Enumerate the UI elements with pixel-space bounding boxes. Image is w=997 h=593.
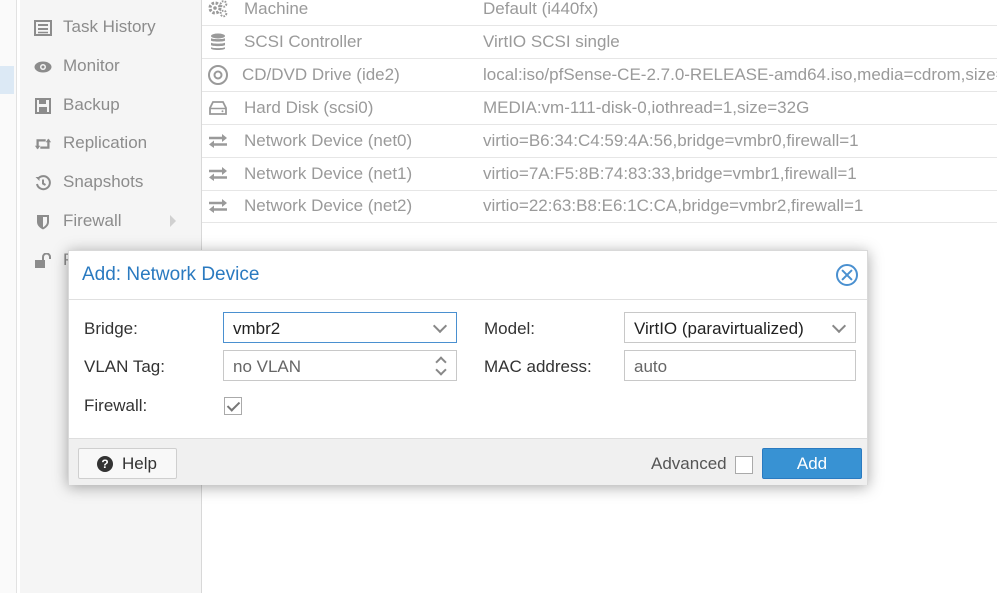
sidebar-item-label: Snapshots: [63, 172, 144, 191]
hdd-icon: [208, 98, 228, 118]
mac-value: auto: [634, 357, 668, 376]
checkmark-icon: [226, 398, 241, 412]
database-icon: [208, 32, 228, 52]
hardware-name: Network Device (net2): [244, 196, 413, 215]
hardware-name: Network Device (net0): [244, 131, 413, 150]
add-button[interactable]: Add: [762, 448, 862, 479]
model-value: VirtIO (paravirtualized): [634, 319, 804, 338]
mac-address-field[interactable]: auto: [624, 350, 856, 381]
vlan-label: VLAN Tag:: [84, 357, 165, 376]
history-icon: [34, 174, 52, 192]
floppy-icon: [34, 97, 52, 115]
bridge-label: Bridge:: [84, 319, 138, 338]
sidebar-item-task-history[interactable]: Task History: [20, 10, 201, 44]
hardware-row-cdrom[interactable]: CD/DVD Drive (ide2) local:iso/pfSense-CE…: [202, 58, 997, 92]
sidebar-item-backup[interactable]: Backup: [20, 88, 201, 122]
hardware-row-net0[interactable]: Network Device (net0) virtio=B6:34:C4:59…: [202, 124, 997, 158]
hardware-row-machine[interactable]: Machine Default (i440fx): [202, 0, 997, 26]
hardware-name: CD/DVD Drive (ide2): [242, 65, 400, 84]
exchange-icon: [208, 196, 228, 216]
mac-label: MAC address:: [484, 357, 592, 376]
sidebar-item-monitor[interactable]: Monitor: [20, 49, 201, 83]
sidebar-item-label: Monitor: [63, 56, 120, 75]
help-button-label: Help: [122, 454, 157, 473]
exchange-icon: [208, 131, 228, 151]
sidebar-item-label: Backup: [63, 95, 120, 114]
add-network-device-dialog: Add: Network Device Bridge: vmbr2 VLAN T…: [68, 250, 868, 485]
help-button[interactable]: ? Help: [78, 448, 177, 479]
hardware-value: MEDIA:vm-111-disk-0,iothread=1,size=32G: [483, 98, 810, 117]
sidebar-item-label: Firewall: [63, 211, 122, 230]
hardware-value: VirtIO SCSI single: [483, 32, 620, 51]
bridge-value: vmbr2: [233, 319, 281, 338]
expand-arrow-icon[interactable]: [170, 215, 176, 227]
unlock-icon: [34, 252, 52, 270]
vlan-placeholder: no VLAN: [233, 357, 302, 376]
hardware-value: virtio=22:63:B8:E6:1C:CA,bridge=vmbr2,fi…: [483, 196, 864, 215]
cdrom-icon: [208, 65, 228, 85]
hardware-row-net2[interactable]: Network Device (net2) virtio=22:63:B8:E6…: [202, 189, 997, 223]
hardware-name: Network Device (net1): [244, 164, 413, 183]
hardware-value: Default (i440fx): [483, 0, 599, 18]
chevron-down-icon[interactable]: [432, 318, 448, 334]
dialog-form: Bridge: vmbr2 VLAN Tag: no VLAN Firewall…: [69, 299, 867, 438]
cogs-icon: [208, 0, 228, 19]
eye-icon: [34, 58, 52, 76]
model-select[interactable]: VirtIO (paravirtualized): [624, 312, 856, 343]
shield-icon: [34, 213, 52, 231]
left-panel-edge: [0, 0, 17, 593]
sidebar-item-label: Task History: [63, 17, 156, 36]
hardware-name: Machine: [244, 0, 309, 18]
exchange-icon: [208, 164, 228, 184]
firewall-checkbox[interactable]: [224, 397, 242, 415]
bridge-select[interactable]: vmbr2: [223, 312, 457, 343]
sidebar-item-label: Replication: [63, 133, 148, 152]
spinner-icon[interactable]: [435, 356, 447, 376]
dialog-title: Add: Network Device: [82, 264, 260, 285]
list-icon: [34, 19, 52, 37]
selected-tree-row[interactable]: [0, 66, 14, 94]
sidebar-item-replication[interactable]: Replication: [20, 126, 201, 160]
hardware-row-hard-disk[interactable]: Hard Disk (scsi0) MEDIA:vm-111-disk-0,io…: [202, 91, 997, 125]
advanced-checkbox[interactable]: [735, 456, 753, 474]
close-icon[interactable]: [836, 264, 858, 286]
retweet-icon: [34, 135, 52, 153]
hardware-name: SCSI Controller: [244, 32, 363, 51]
vlan-tag-field[interactable]: no VLAN: [223, 350, 457, 381]
hardware-value: virtio=B6:34:C4:59:4A:56,bridge=vmbr0,fi…: [483, 131, 859, 150]
dialog-footer: ? Help Advanced Add: [69, 438, 867, 485]
hardware-value: virtio=7A:F5:8B:74:83:33,bridge=vmbr1,fi…: [483, 164, 857, 183]
sidebar-item-snapshots[interactable]: Snapshots: [20, 165, 201, 199]
chevron-down-icon[interactable]: [831, 318, 847, 334]
hardware-name: Hard Disk (scsi0): [244, 98, 374, 117]
sidebar-item-firewall[interactable]: Firewall: [20, 204, 201, 238]
hardware-value: local:iso/pfSense-CE-2.7.0-RELEASE-amd64…: [483, 65, 997, 84]
advanced-label: Advanced: [651, 454, 727, 473]
hardware-row-scsi-controller[interactable]: SCSI Controller VirtIO SCSI single: [202, 25, 997, 59]
model-label: Model:: [484, 319, 536, 338]
question-circle-icon: ?: [97, 456, 113, 472]
firewall-label: Firewall:: [84, 396, 148, 415]
hardware-row-net1[interactable]: Network Device (net1) virtio=7A:F5:8B:74…: [202, 157, 997, 191]
